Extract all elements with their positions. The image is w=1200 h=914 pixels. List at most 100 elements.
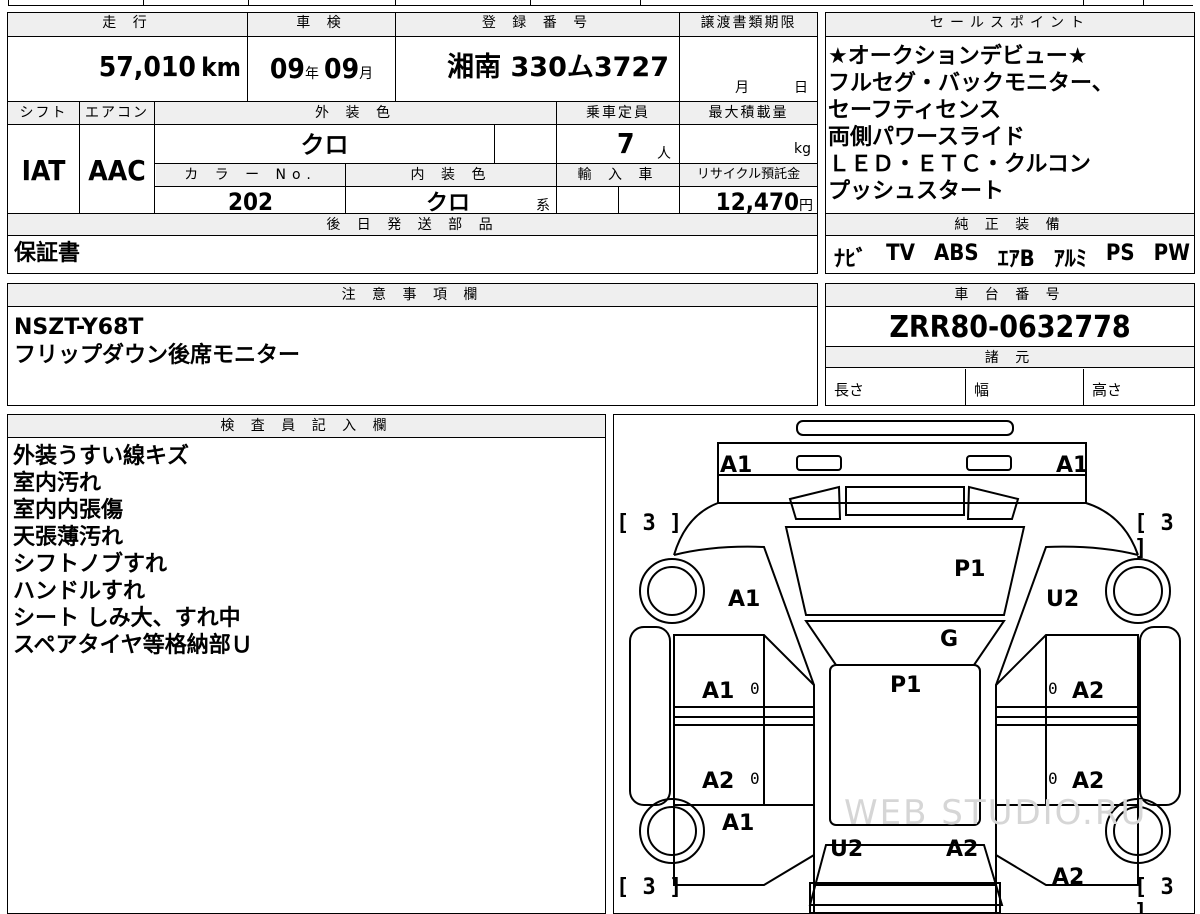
inspector-line: 外装うすい線キズ <box>13 444 190 469</box>
tire-rear-right-label: [ 3 ] <box>1134 875 1174 914</box>
spec-length: 長さ <box>826 369 966 405</box>
damage-rear-door-right: A2 <box>1072 769 1105 794</box>
genuine-equipment-list: ﾅﾋﾞ TV ABS ｴｱB ｱﾙﾐ PS PW <box>834 241 1190 273</box>
interior-color-header: 内 装 色 <box>346 164 557 186</box>
damage-fender-right: U2 <box>1046 587 1080 612</box>
inspection-month: 09 <box>324 52 360 85</box>
equipment-item: ｴｱB <box>997 247 1035 272</box>
recycle-unit: 円 <box>799 198 813 214</box>
capacity-header: 乗車定員 <box>557 102 680 124</box>
equipment-item: TV <box>886 241 915 266</box>
equipment-item: ﾅﾋﾞ <box>834 247 868 272</box>
inspector-line: シート しみ大、すれ中 <box>13 606 241 631</box>
exterior-color-value: クロ <box>155 125 495 163</box>
inspection-year: 09 <box>269 52 305 85</box>
aircon-value: AAC <box>80 125 155 213</box>
imported-header: 輸 入 車 <box>557 164 680 186</box>
notes-box: 注 意 事 項 欄 NSZT-Y68T フリップダウン後席モニター <box>7 283 818 406</box>
damage-rear-left: U2 <box>830 837 864 862</box>
transfer-deadline-header: 譲渡書類期限 <box>680 13 817 37</box>
imported-cell-a <box>557 187 619 213</box>
watermark: WEB STUDIO.RU <box>844 793 1148 833</box>
interior-color-suffix: 系 <box>536 198 550 214</box>
inspector-line: 室内汚れ <box>13 471 102 496</box>
inspector-header: 検 査 員 記 入 欄 <box>8 415 605 438</box>
tire-front-right-label: [ 3 ] <box>1134 511 1174 561</box>
damage-hood: P1 <box>954 557 986 582</box>
recycle-fee: 12,470 <box>715 188 799 216</box>
imported-cell-b <box>619 187 680 213</box>
transfer-day-unit: 日 <box>794 80 808 96</box>
recycle-cell: 12,470円 <box>680 187 817 216</box>
top-strip <box>0 0 1200 8</box>
car-outline-diagram <box>629 420 1181 913</box>
sales-point-line: 両側パワースライド <box>828 125 1025 150</box>
max-load-cell: kg <box>680 125 817 163</box>
equipment-item: PS <box>1105 241 1135 266</box>
specs-header: 諸 元 <box>826 346 1194 368</box>
damage-rear-right: A2 <box>946 837 979 862</box>
inspector-line: 天張薄汚れ <box>13 525 124 550</box>
mileage-header: 走 行 <box>8 13 248 37</box>
sales-point-line: ＬＥＤ・ＥＴＣ・クルコン <box>828 152 1091 177</box>
inspector-box: 検 査 員 記 入 欄 外装うすい線キズ 室内汚れ 室内内張傷 天張薄汚れ シフ… <box>7 414 606 914</box>
damage-map-box: A1 A1 A1 U2 P1 G P1 A1 A2 A2 A2 A1 A2 U2… <box>613 414 1195 914</box>
zero-marker: 0 <box>1048 769 1058 788</box>
spec-width: 幅 <box>966 369 1084 405</box>
color-no-header: カ ラ ー No. <box>156 164 346 186</box>
max-load-header: 最大積載量 <box>680 102 817 124</box>
damage-front-left: A1 <box>720 453 753 478</box>
color-no-value: 202 <box>156 187 346 216</box>
inspector-line: 室内内張傷 <box>13 498 124 523</box>
equipment-item: ｱﾙﾐ <box>1053 247 1087 272</box>
notes-header: 注 意 事 項 欄 <box>8 284 817 307</box>
damage-roof: P1 <box>890 673 922 698</box>
sales-points-list: ★オークションデビュー★ フルセグ・バックモニター、 セーフティセンス 両側パワ… <box>828 43 1192 205</box>
transfer-deadline-cell: 月 日 <box>680 37 817 101</box>
year-unit: 年 <box>304 66 319 82</box>
interior-color-cell: クロ 系 <box>346 187 557 216</box>
damage-quarter-right: A2 <box>1052 865 1085 890</box>
sales-point-line: フルセグ・バックモニター、 <box>828 71 1114 96</box>
damage-front-right: A1 <box>1056 453 1089 478</box>
chassis-header: 車 台 番 号 <box>826 284 1194 307</box>
capacity-value: 7 <box>617 127 635 160</box>
mileage-unit: km <box>201 53 241 83</box>
capacity-unit: 人 <box>657 146 671 162</box>
zero-marker: 0 <box>750 679 760 698</box>
damage-windshield: G <box>940 627 959 652</box>
spec-height: 高さ <box>1092 381 1123 399</box>
inspector-line: シフトノブすれ <box>13 552 168 577</box>
registration-header: 登 録 番 号 <box>396 13 680 37</box>
exterior-color-header: 外 装 色 <box>155 102 557 124</box>
mileage-cell: 57,010 km <box>8 37 248 101</box>
zero-marker: 0 <box>750 769 760 788</box>
inspector-lines: 外装うすい線キズ 室内汚れ 室内内張傷 天張薄汚れ シフトノブすれ ハンドルすれ… <box>13 443 253 659</box>
inspection-header: 車 検 <box>248 13 396 37</box>
max-load-unit: kg <box>794 141 811 157</box>
notes-line: フリップダウン後席モニター <box>14 343 301 368</box>
equipment-item: ABS <box>933 241 979 266</box>
recycle-header: リサイクル預託金 <box>680 164 817 186</box>
chassis-number: ZRR80-0632778 <box>889 310 1131 345</box>
aircon-header: エアコン <box>80 102 155 124</box>
inspector-line: ハンドルすれ <box>13 579 146 604</box>
registration-number: 湘南 330ム3727 <box>396 37 680 101</box>
damage-front-door-right: A2 <box>1072 679 1105 704</box>
damage-fender-left: A1 <box>728 587 761 612</box>
sales-points-header: セールスポイント <box>826 13 1194 37</box>
exterior-color-extra <box>495 125 557 163</box>
damage-rear-door-left: A2 <box>702 769 735 794</box>
inspection-cell: 09年 09月 <box>248 37 396 101</box>
tire-rear-left-label: [ 3 ] <box>616 875 683 900</box>
month-unit: 月 <box>359 66 374 82</box>
chassis-box: 車 台 番 号 ZRR80-0632778 諸 元 長さ 幅 高さ <box>825 283 1195 406</box>
capacity-cell: 7 人 <box>557 125 680 163</box>
vehicle-info-table: 走 行 車 検 登 録 番 号 譲渡書類期限 57,010 km 09年 09月… <box>7 12 818 274</box>
sales-point-line: セーフティセンス <box>828 98 1001 123</box>
mileage-value: 57,010 <box>98 50 196 83</box>
shift-header: シフト <box>8 102 80 124</box>
tire-front-left-label: [ 3 ] <box>616 511 683 536</box>
genuine-equipment-header: 純 正 装 備 <box>826 213 1194 236</box>
damage-quarter-left: A1 <box>722 811 755 836</box>
